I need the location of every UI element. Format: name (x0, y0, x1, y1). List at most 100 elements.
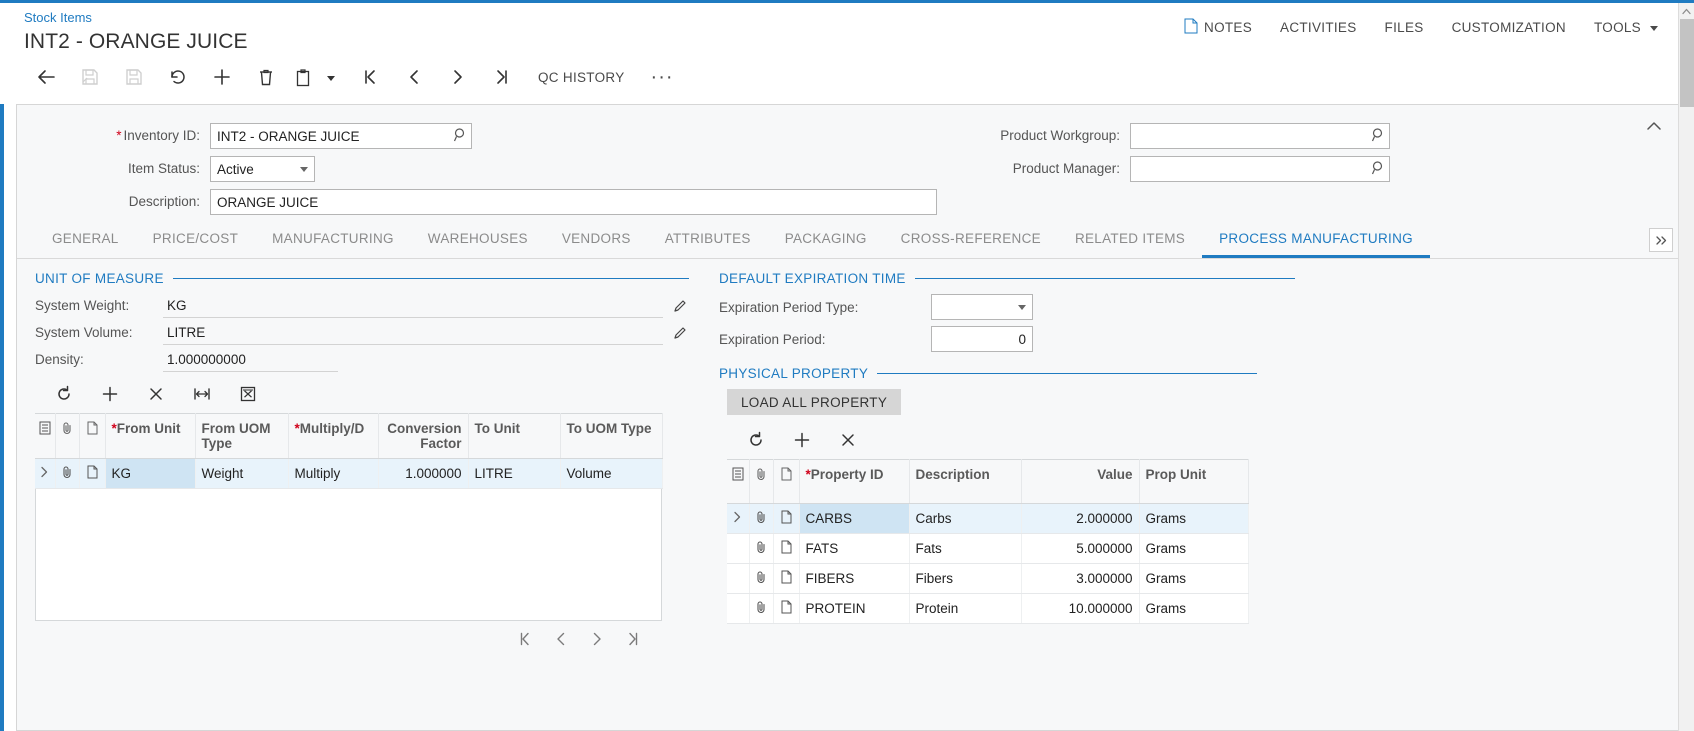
scroll-up-arrow-icon[interactable] (1679, 3, 1694, 19)
cell-property-id[interactable]: FATS (799, 533, 910, 564)
collapse-summary-icon[interactable] (1643, 115, 1665, 137)
row-expand-icon[interactable] (727, 503, 750, 534)
cell-prop-unit[interactable]: Grams (1139, 533, 1249, 564)
cell-value[interactable]: 2.000000 (1021, 503, 1140, 534)
table-row[interactable]: CARBS Carbs 2.000000 Grams (727, 503, 1249, 534)
row-note-icon[interactable] (773, 593, 800, 624)
property-col-prop-unit[interactable]: Prop Unit (1139, 459, 1249, 504)
product-workgroup-input[interactable] (1130, 123, 1390, 149)
cell-property-id[interactable]: CARBS (799, 503, 910, 534)
row-attachment-icon[interactable] (749, 503, 774, 534)
uom-add-button[interactable] (87, 377, 133, 411)
copy-paste-dropdown-icon[interactable] (318, 60, 340, 94)
uom-delete-button[interactable] (133, 377, 179, 411)
uom-last-page-button[interactable] (620, 626, 646, 652)
row-note-icon[interactable] (79, 458, 106, 489)
toolbar-more-button[interactable]: ··· (639, 60, 686, 94)
tab-packaging[interactable]: PACKAGING (768, 232, 884, 258)
tab-cross-reference[interactable]: CROSS-REFERENCE (884, 232, 1058, 258)
tab-related-items[interactable]: RELATED ITEMS (1058, 232, 1202, 258)
page-scrollbar[interactable] (1678, 3, 1694, 731)
product-manager-input[interactable] (1130, 156, 1390, 182)
cell-description[interactable]: Protein (909, 593, 1022, 624)
first-record-button[interactable] (348, 60, 392, 94)
tab-general[interactable]: GENERAL (35, 232, 136, 258)
column-settings-icon[interactable] (727, 459, 750, 504)
copy-paste-icon[interactable] (288, 60, 318, 94)
edit-pencil-icon[interactable] (673, 326, 688, 341)
property-col-description[interactable]: Description (909, 459, 1022, 504)
uom-export-excel-button[interactable] (225, 377, 271, 411)
cell-value[interactable]: 3.000000 (1021, 563, 1140, 594)
header-menu-customization[interactable]: CUSTOMIZATION (1438, 17, 1580, 38)
cell-value[interactable]: 10.000000 (1021, 593, 1140, 624)
cell-description[interactable]: Fibers (909, 563, 1022, 594)
row-attachment-icon[interactable] (749, 563, 774, 594)
density-value[interactable]: 1.000000000 (163, 348, 338, 372)
tab-process-manufacturing[interactable]: PROCESS MANUFACTURING (1202, 232, 1430, 258)
uom-col-to-unit[interactable]: To Unit (468, 413, 561, 459)
cell-description[interactable]: Fats (909, 533, 1022, 564)
header-menu-notes[interactable]: NOTES (1170, 15, 1266, 40)
uom-fit-columns-button[interactable] (179, 377, 225, 411)
last-record-button[interactable] (480, 60, 524, 94)
tab-overflow-icon[interactable] (1649, 228, 1673, 252)
item-status-select[interactable]: Active (210, 156, 315, 182)
previous-record-button[interactable] (392, 60, 436, 94)
row-expand-icon[interactable] (35, 458, 56, 489)
cell-from-uom-type[interactable]: Weight (195, 458, 289, 489)
header-menu-files[interactable]: FILES (1371, 17, 1438, 38)
add-new-record-button[interactable] (200, 60, 244, 94)
undo-button[interactable] (156, 60, 200, 94)
tab-price-cost[interactable]: PRICE/COST (136, 232, 256, 258)
inventory-id-input[interactable] (210, 123, 472, 149)
delete-record-button[interactable] (244, 60, 288, 94)
uom-col-conversion-factor[interactable]: Conversion Factor (378, 413, 469, 459)
property-delete-button[interactable] (825, 423, 871, 457)
header-menu-tools[interactable]: TOOLS (1580, 17, 1672, 38)
row-note-icon[interactable] (773, 563, 800, 594)
uom-first-page-button[interactable] (512, 626, 538, 652)
uom-col-multiply-d[interactable]: *Multiply/D (288, 413, 379, 459)
cell-property-id[interactable]: PROTEIN (799, 593, 910, 624)
back-button[interactable] (24, 60, 68, 94)
row-note-icon[interactable] (773, 503, 800, 534)
uom-previous-page-button[interactable] (548, 626, 574, 652)
cell-multiply-d[interactable]: Multiply (288, 458, 379, 489)
cell-to-unit[interactable]: LITRE (468, 458, 561, 489)
row-note-icon[interactable] (773, 533, 800, 564)
table-row[interactable]: FATS Fats 5.000000 Grams (727, 533, 1249, 564)
cell-from-unit[interactable]: KG (105, 458, 196, 489)
table-row[interactable]: KG Weight Multiply 1.000000 LITRE Volume (35, 458, 663, 489)
cell-prop-unit[interactable]: Grams (1139, 503, 1249, 534)
row-attachment-icon[interactable] (749, 533, 774, 564)
header-menu-activities[interactable]: ACTIVITIES (1266, 17, 1371, 38)
uom-col-to-uom-type[interactable]: To UOM Type (560, 413, 663, 459)
cell-description[interactable]: Carbs (909, 503, 1022, 534)
copy-paste-split-button[interactable] (288, 60, 340, 94)
cell-conversion-factor[interactable]: 1.000000 (378, 458, 469, 489)
property-col-property-id[interactable]: *Property ID (799, 459, 910, 504)
property-add-button[interactable] (779, 423, 825, 457)
tab-warehouses[interactable]: WAREHOUSES (411, 232, 545, 258)
uom-col-from-unit[interactable]: *From Unit (105, 413, 196, 459)
cell-to-uom-type[interactable]: Volume (560, 458, 663, 489)
expiration-period-input[interactable] (931, 326, 1033, 352)
system-weight-value[interactable]: KG (163, 294, 663, 318)
qc-history-button[interactable]: QC HISTORY (524, 60, 639, 94)
row-attachment-icon[interactable] (55, 458, 80, 489)
property-refresh-button[interactable] (733, 423, 779, 457)
uom-col-from-uom-type[interactable]: From UOM Type (195, 413, 289, 459)
scrollbar-thumb[interactable] (1680, 19, 1694, 107)
edit-pencil-icon[interactable] (673, 299, 688, 314)
cell-prop-unit[interactable]: Grams (1139, 563, 1249, 594)
system-volume-value[interactable]: LITRE (163, 321, 663, 345)
load-all-property-button[interactable]: LOAD ALL PROPERTY (727, 389, 902, 415)
tab-attributes[interactable]: ATTRIBUTES (648, 232, 768, 258)
description-input[interactable] (210, 189, 937, 215)
breadcrumb[interactable]: Stock Items (24, 9, 248, 26)
cell-value[interactable]: 5.000000 (1021, 533, 1140, 564)
next-record-button[interactable] (436, 60, 480, 94)
tab-vendors[interactable]: VENDORS (545, 232, 648, 258)
column-settings-icon[interactable] (35, 413, 56, 459)
